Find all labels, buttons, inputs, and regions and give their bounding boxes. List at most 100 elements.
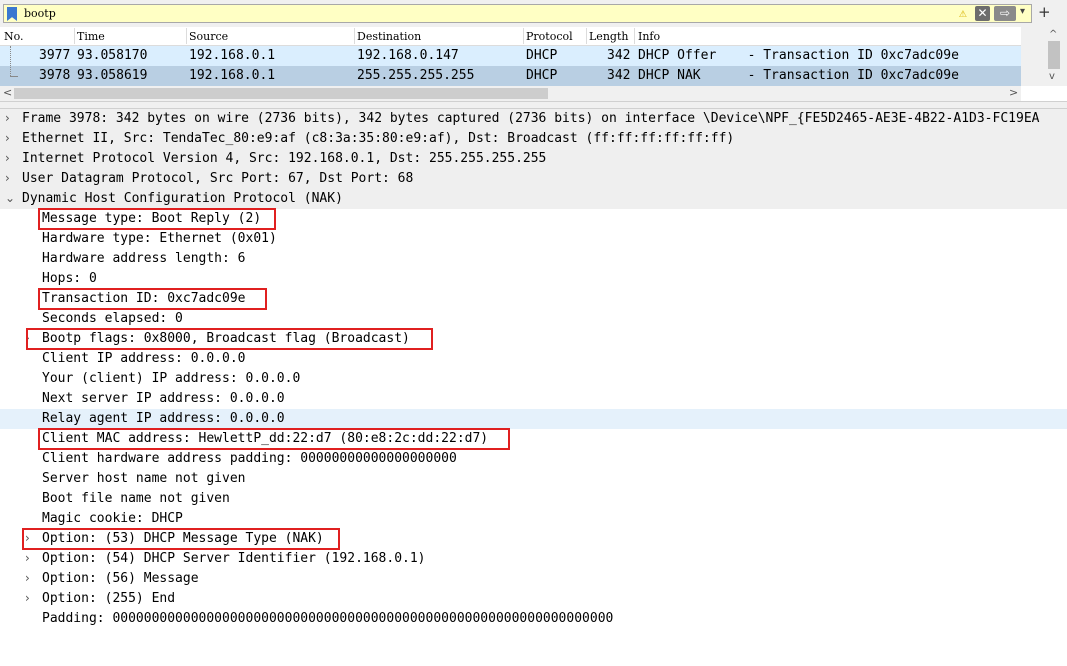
clear-filter-icon[interactable]: ✕ bbox=[975, 6, 990, 21]
expand-arrow-icon[interactable]: › bbox=[25, 551, 30, 565]
tree-item-label: Option: (56) Message bbox=[42, 571, 199, 586]
scroll-right-icon[interactable]: > bbox=[1009, 86, 1018, 99]
packet-time: 93.058619 bbox=[77, 68, 148, 83]
horizontal-scroll-thumb[interactable] bbox=[14, 88, 548, 99]
column-header-protocol[interactable]: Protocol bbox=[526, 30, 573, 43]
tree-item-label: Hops: 0 bbox=[42, 271, 97, 286]
highlight-box-message-type bbox=[38, 208, 276, 230]
column-header-destination[interactable]: Destination bbox=[357, 30, 421, 43]
packet-source: 192.168.0.1 bbox=[189, 48, 276, 63]
display-filter-input[interactable]: bootp ⚠ ✕ ⇨ ▾ bbox=[3, 4, 1032, 23]
packet-protocol: DHCP bbox=[526, 48, 558, 63]
packet-details-tree: › Frame 3978: 342 bytes on wire (2736 bi… bbox=[0, 109, 1067, 666]
tree-item-label: Client IP address: 0.0.0.0 bbox=[42, 351, 246, 366]
highlight-box-client-mac bbox=[38, 428, 510, 450]
tree-item-label: Your (client) IP address: 0.0.0.0 bbox=[42, 371, 301, 386]
column-header-length[interactable]: Length bbox=[589, 30, 628, 43]
packet-length: 342 bbox=[607, 68, 631, 83]
pane-splitter[interactable] bbox=[0, 101, 1067, 109]
tree-item-next-server-ip[interactable]: Next server IP address: 0.0.0.0 bbox=[0, 389, 1067, 409]
highlight-box-bootp-flags bbox=[26, 328, 433, 350]
tree-item-hardware-type[interactable]: Hardware type: Ethernet (0x01) bbox=[0, 229, 1067, 249]
tree-item-magic-cookie[interactable]: Magic cookie: DHCP bbox=[0, 509, 1067, 529]
tree-item-client-ip[interactable]: Client IP address: 0.0.0.0 bbox=[0, 349, 1067, 369]
column-header-no[interactable]: No. bbox=[4, 30, 24, 43]
packet-source: 192.168.0.1 bbox=[189, 68, 276, 83]
tree-item-label: Hardware type: Ethernet (0x01) bbox=[42, 231, 277, 246]
tree-item-your-ip[interactable]: Your (client) IP address: 0.0.0.0 bbox=[0, 369, 1067, 389]
packet-row[interactable]: 3977 93.058170 192.168.0.1 192.168.0.147… bbox=[0, 46, 1021, 66]
expand-arrow-icon[interactable]: › bbox=[5, 151, 10, 165]
tree-item-option-255[interactable]: › Option: (255) End bbox=[0, 589, 1067, 609]
tree-item-label: Seconds elapsed: 0 bbox=[42, 311, 183, 326]
expand-arrow-icon[interactable]: › bbox=[5, 131, 10, 145]
packet-length: 342 bbox=[607, 48, 631, 63]
tree-item-seconds-elapsed[interactable]: Seconds elapsed: 0 bbox=[0, 309, 1067, 329]
packet-list-horizontal-scrollbar[interactable]: < > bbox=[0, 86, 1021, 101]
scroll-down-icon[interactable]: v bbox=[1049, 71, 1055, 82]
column-header-time[interactable]: Time bbox=[77, 30, 105, 43]
tree-item-udp[interactable]: › User Datagram Protocol, Src Port: 67, … bbox=[0, 169, 1067, 189]
expand-arrow-icon[interactable]: › bbox=[5, 111, 10, 125]
packet-row-selected[interactable]: 3978 93.058619 192.168.0.1 255.255.255.2… bbox=[0, 66, 1021, 86]
display-filter-toolbar: bootp ⚠ ✕ ⇨ ▾ + bbox=[0, 0, 1067, 28]
tree-item-ipv4[interactable]: › Internet Protocol Version 4, Src: 192.… bbox=[0, 149, 1067, 169]
vertical-scroll-thumb[interactable] bbox=[1048, 41, 1060, 69]
tree-item-option-54[interactable]: › Option: (54) DHCP Server Identifier (1… bbox=[0, 549, 1067, 569]
packet-no: 3977 bbox=[39, 48, 71, 63]
tree-item-label: Option: (255) End bbox=[42, 591, 176, 606]
tree-item-server-host-name[interactable]: Server host name not given bbox=[0, 469, 1067, 489]
bookmark-icon[interactable] bbox=[7, 7, 17, 21]
packet-protocol: DHCP bbox=[526, 68, 558, 83]
packet-time: 93.058170 bbox=[77, 48, 148, 63]
tree-item-label: Internet Protocol Version 4, Src: 192.16… bbox=[22, 151, 547, 166]
filter-history-dropdown-icon[interactable]: ▾ bbox=[1020, 6, 1025, 17]
add-filter-button[interactable]: + bbox=[1038, 3, 1051, 21]
packet-destination: 192.168.0.147 bbox=[357, 48, 459, 63]
tree-item-label: Server host name not given bbox=[42, 471, 246, 486]
tree-item-boot-file-name[interactable]: Boot file name not given bbox=[0, 489, 1067, 509]
scroll-up-icon[interactable]: ^ bbox=[1049, 29, 1057, 40]
tree-item-label: Relay agent IP address: 0.0.0.0 bbox=[42, 411, 285, 426]
tree-item-label: Client hardware address padding: 0000000… bbox=[42, 451, 457, 466]
tree-item-label: Padding: 0000000000000000000000000000000… bbox=[42, 611, 614, 626]
tree-item-frame[interactable]: › Frame 3978: 342 bytes on wire (2736 bi… bbox=[0, 109, 1067, 129]
column-header-info[interactable]: Info bbox=[638, 30, 660, 43]
tree-item-hardware-address-length[interactable]: Hardware address length: 6 bbox=[0, 249, 1067, 269]
packet-list-header: No. Time Source Destination Protocol Len… bbox=[0, 27, 1021, 46]
tree-item-relay-agent-ip[interactable]: Relay agent IP address: 0.0.0.0 bbox=[0, 409, 1067, 429]
warning-icon: ⚠ bbox=[959, 6, 967, 21]
packet-info: DHCP Offer - Transaction ID 0xc7adc09e bbox=[638, 48, 959, 63]
tree-item-label: Magic cookie: DHCP bbox=[42, 511, 183, 526]
tree-item-padding[interactable]: Padding: 0000000000000000000000000000000… bbox=[0, 609, 1067, 629]
related-packet-line-end bbox=[10, 76, 18, 77]
tree-item-label: Hardware address length: 6 bbox=[42, 251, 246, 266]
tree-item-label: Ethernet II, Src: TendaTec_80:e9:af (c8:… bbox=[22, 131, 735, 146]
expand-arrow-icon[interactable]: › bbox=[25, 591, 30, 605]
tree-item-ethernet[interactable]: › Ethernet II, Src: TendaTec_80:e9:af (c… bbox=[0, 129, 1067, 149]
packet-list-vertical-scrollbar[interactable]: ^ v bbox=[1021, 27, 1067, 86]
highlight-box-transaction-id bbox=[38, 288, 267, 310]
packet-info: DHCP NAK - Transaction ID 0xc7adc09e bbox=[638, 68, 959, 83]
tree-item-label: User Datagram Protocol, Src Port: 67, Ds… bbox=[22, 171, 414, 186]
expand-arrow-icon[interactable]: › bbox=[5, 171, 10, 185]
packet-destination: 255.255.255.255 bbox=[357, 68, 475, 83]
tree-item-label: Dynamic Host Configuration Protocol (NAK… bbox=[22, 191, 343, 206]
tree-item-label: Option: (54) DHCP Server Identifier (192… bbox=[42, 551, 426, 566]
tree-item-client-hw-padding[interactable]: Client hardware address padding: 0000000… bbox=[0, 449, 1067, 469]
expand-arrow-icon[interactable]: › bbox=[25, 571, 30, 585]
tree-item-option-56[interactable]: › Option: (56) Message bbox=[0, 569, 1067, 589]
tree-item-label: Boot file name not given bbox=[42, 491, 230, 506]
packet-list: No. Time Source Destination Protocol Len… bbox=[0, 27, 1067, 101]
scroll-left-icon[interactable]: < bbox=[3, 86, 12, 99]
packet-no: 3978 bbox=[39, 68, 71, 83]
tree-item-label: Next server IP address: 0.0.0.0 bbox=[42, 391, 285, 406]
collapse-arrow-icon[interactable]: ⌄ bbox=[5, 191, 15, 205]
apply-filter-icon[interactable]: ⇨ bbox=[994, 6, 1016, 21]
tree-item-dhcp[interactable]: ⌄ Dynamic Host Configuration Protocol (N… bbox=[0, 189, 1067, 209]
tree-item-label: Frame 3978: 342 bytes on wire (2736 bits… bbox=[22, 111, 1040, 126]
display-filter-text[interactable]: bootp bbox=[24, 7, 56, 20]
tree-item-hops[interactable]: Hops: 0 bbox=[0, 269, 1067, 289]
highlight-box-option-53 bbox=[22, 528, 340, 550]
column-header-source[interactable]: Source bbox=[189, 30, 228, 43]
